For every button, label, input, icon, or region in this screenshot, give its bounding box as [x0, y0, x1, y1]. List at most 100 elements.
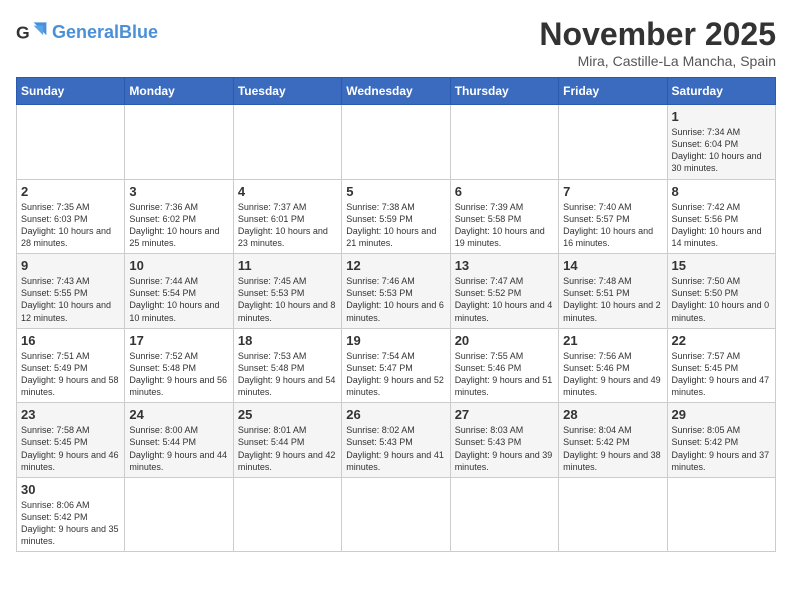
day-number: 15 — [672, 258, 771, 273]
calendar-cell — [342, 477, 450, 552]
calendar-cell: 7 Sunrise: 7:40 AM Sunset: 5:57 PM Daylig… — [559, 179, 667, 254]
day-number: 17 — [129, 333, 228, 348]
day-number: 11 — [238, 258, 337, 273]
day-number: 22 — [672, 333, 771, 348]
calendar-cell: 10 Sunrise: 7:44 AM Sunset: 5:54 PM Dayli… — [125, 254, 233, 329]
day-number: 12 — [346, 258, 445, 273]
page-header: G GeneralBlue November 2025 Mira, Castil… — [16, 16, 776, 69]
calendar-cell: 15 Sunrise: 7:50 AM Sunset: 5:50 PM Dayli… — [667, 254, 775, 329]
calendar-cell: 16 Sunrise: 7:51 AM Sunset: 5:49 PM Dayli… — [17, 328, 125, 403]
day-info: Sunrise: 7:44 AM Sunset: 5:54 PM Dayligh… — [129, 275, 228, 324]
day-info: Sunrise: 8:04 AM Sunset: 5:42 PM Dayligh… — [563, 424, 662, 473]
day-number: 25 — [238, 407, 337, 422]
location-title: Mira, Castille-La Mancha, Spain — [539, 53, 776, 69]
day-info: Sunrise: 7:46 AM Sunset: 5:53 PM Dayligh… — [346, 275, 445, 324]
day-number: 23 — [21, 407, 120, 422]
day-number: 6 — [455, 184, 554, 199]
calendar-cell: 25 Sunrise: 8:01 AM Sunset: 5:44 PM Dayli… — [233, 403, 341, 478]
calendar-cell: 21Sunrise: 7:56 AM Sunset: 5:46 PM Dayli… — [559, 328, 667, 403]
day-number: 14 — [563, 258, 662, 273]
calendar-week-row: 1Sunrise: 7:34 AM Sunset: 6:04 PM Daylig… — [17, 105, 776, 180]
day-info: Sunrise: 8:05 AM Sunset: 5:42 PM Dayligh… — [672, 424, 771, 473]
logo-icon: G — [16, 16, 48, 48]
day-number: 3 — [129, 184, 228, 199]
day-number: 1 — [672, 109, 771, 124]
calendar-cell: 20Sunrise: 7:55 AM Sunset: 5:46 PM Dayli… — [450, 328, 558, 403]
calendar-cell: 12 Sunrise: 7:46 AM Sunset: 5:53 PM Dayli… — [342, 254, 450, 329]
calendar-cell — [559, 477, 667, 552]
day-number: 18 — [238, 333, 337, 348]
day-info: Sunrise: 7:42 AM Sunset: 5:56 PM Dayligh… — [672, 201, 771, 250]
calendar-cell — [125, 105, 233, 180]
calendar-week-row: 16 Sunrise: 7:51 AM Sunset: 5:49 PM Dayli… — [17, 328, 776, 403]
day-number: 16 — [21, 333, 120, 348]
day-info: Sunrise: 7:39 AM Sunset: 5:58 PM Dayligh… — [455, 201, 554, 250]
calendar-cell — [125, 477, 233, 552]
calendar-cell: 2Sunrise: 7:35 AM Sunset: 6:03 PM Daylig… — [17, 179, 125, 254]
day-info: Sunrise: 7:54 AM Sunset: 5:47 PM Dayligh… — [346, 350, 445, 399]
day-info: Sunrise: 7:37 AM Sunset: 6:01 PM Dayligh… — [238, 201, 337, 250]
month-title: November 2025 — [539, 16, 776, 53]
calendar-cell: 4 Sunrise: 7:37 AM Sunset: 6:01 PM Daylig… — [233, 179, 341, 254]
day-number: 20 — [455, 333, 554, 348]
day-number: 24 — [129, 407, 228, 422]
calendar-cell: 14 Sunrise: 7:48 AM Sunset: 5:51 PM Dayli… — [559, 254, 667, 329]
day-info: Sunrise: 7:48 AM Sunset: 5:51 PM Dayligh… — [563, 275, 662, 324]
day-number: 7 — [563, 184, 662, 199]
day-info: Sunrise: 8:00 AM Sunset: 5:44 PM Dayligh… — [129, 424, 228, 473]
day-header-friday: Friday — [559, 78, 667, 105]
calendar-cell: 13 Sunrise: 7:47 AM Sunset: 5:52 PM Dayli… — [450, 254, 558, 329]
calendar-cell: 19 Sunrise: 7:54 AM Sunset: 5:47 PM Dayli… — [342, 328, 450, 403]
calendar-cell: 9Sunrise: 7:43 AM Sunset: 5:55 PM Daylig… — [17, 254, 125, 329]
day-number: 28 — [563, 407, 662, 422]
logo: G GeneralBlue — [16, 16, 158, 48]
day-header-tuesday: Tuesday — [233, 78, 341, 105]
day-info: Sunrise: 7:47 AM Sunset: 5:52 PM Dayligh… — [455, 275, 554, 324]
day-number: 9 — [21, 258, 120, 273]
calendar-week-row: 23Sunrise: 7:58 AM Sunset: 5:45 PM Dayli… — [17, 403, 776, 478]
calendar-cell — [342, 105, 450, 180]
day-info: Sunrise: 7:45 AM Sunset: 5:53 PM Dayligh… — [238, 275, 337, 324]
calendar-cell: 1Sunrise: 7:34 AM Sunset: 6:04 PM Daylig… — [667, 105, 775, 180]
day-number: 27 — [455, 407, 554, 422]
calendar-cell: 30Sunrise: 8:06 AM Sunset: 5:42 PM Dayli… — [17, 477, 125, 552]
day-info: Sunrise: 7:50 AM Sunset: 5:50 PM Dayligh… — [672, 275, 771, 324]
calendar-table: SundayMondayTuesdayWednesdayThursdayFrid… — [16, 77, 776, 552]
day-number: 30 — [21, 482, 120, 497]
day-info: Sunrise: 7:40 AM Sunset: 5:57 PM Dayligh… — [563, 201, 662, 250]
calendar-cell — [667, 477, 775, 552]
day-number: 21 — [563, 333, 662, 348]
day-info: Sunrise: 7:35 AM Sunset: 6:03 PM Dayligh… — [21, 201, 120, 250]
calendar-cell — [233, 477, 341, 552]
calendar-week-row: 30Sunrise: 8:06 AM Sunset: 5:42 PM Dayli… — [17, 477, 776, 552]
day-info: Sunrise: 8:01 AM Sunset: 5:44 PM Dayligh… — [238, 424, 337, 473]
calendar-cell: 22Sunrise: 7:57 AM Sunset: 5:45 PM Dayli… — [667, 328, 775, 403]
day-header-wednesday: Wednesday — [342, 78, 450, 105]
day-number: 29 — [672, 407, 771, 422]
day-number: 26 — [346, 407, 445, 422]
day-info: Sunrise: 8:03 AM Sunset: 5:43 PM Dayligh… — [455, 424, 554, 473]
day-info: Sunrise: 8:02 AM Sunset: 5:43 PM Dayligh… — [346, 424, 445, 473]
day-number: 19 — [346, 333, 445, 348]
day-number: 8 — [672, 184, 771, 199]
calendar-cell: 11 Sunrise: 7:45 AM Sunset: 5:53 PM Dayli… — [233, 254, 341, 329]
day-info: Sunrise: 7:53 AM Sunset: 5:48 PM Dayligh… — [238, 350, 337, 399]
calendar-cell: 8 Sunrise: 7:42 AM Sunset: 5:56 PM Daylig… — [667, 179, 775, 254]
day-info: Sunrise: 7:38 AM Sunset: 5:59 PM Dayligh… — [346, 201, 445, 250]
day-number: 4 — [238, 184, 337, 199]
day-number: 13 — [455, 258, 554, 273]
calendar-cell: 6 Sunrise: 7:39 AM Sunset: 5:58 PM Daylig… — [450, 179, 558, 254]
logo-text-general: GeneralBlue — [52, 22, 158, 42]
calendar-cell — [17, 105, 125, 180]
day-number: 10 — [129, 258, 228, 273]
day-info: Sunrise: 7:51 AM Sunset: 5:49 PM Dayligh… — [21, 350, 120, 399]
calendar-week-row: 9Sunrise: 7:43 AM Sunset: 5:55 PM Daylig… — [17, 254, 776, 329]
calendar-cell: 3 Sunrise: 7:36 AM Sunset: 6:02 PM Daylig… — [125, 179, 233, 254]
calendar-cell: 27 Sunrise: 8:03 AM Sunset: 5:43 PM Dayli… — [450, 403, 558, 478]
calendar-header-row: SundayMondayTuesdayWednesdayThursdayFrid… — [17, 78, 776, 105]
day-info: Sunrise: 7:36 AM Sunset: 6:02 PM Dayligh… — [129, 201, 228, 250]
calendar-cell: 5Sunrise: 7:38 AM Sunset: 5:59 PM Daylig… — [342, 179, 450, 254]
svg-text:G: G — [16, 22, 30, 42]
calendar-cell: 18 Sunrise: 7:53 AM Sunset: 5:48 PM Dayli… — [233, 328, 341, 403]
calendar-cell: 28 Sunrise: 8:04 AM Sunset: 5:42 PM Dayli… — [559, 403, 667, 478]
